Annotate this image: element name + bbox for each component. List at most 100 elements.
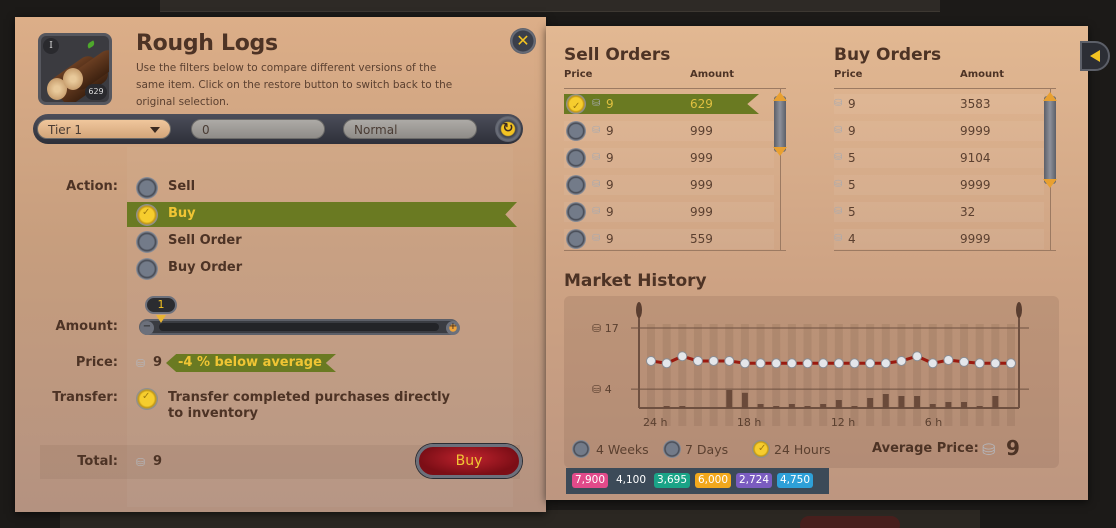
chart-column-stripe: [819, 324, 828, 426]
sell-order-row-radio[interactable]: [566, 175, 586, 195]
price-point: [896, 355, 907, 366]
buy-orders-scrollbar[interactable]: [1043, 92, 1057, 188]
volume-bar: [851, 406, 858, 408]
average-price-value: 9: [1006, 436, 1020, 460]
stat-badge: 2,724: [736, 473, 772, 488]
action-radio-buy[interactable]: [136, 204, 158, 226]
period-radio-7-days[interactable]: [663, 440, 681, 458]
sell-order-row[interactable]: ⛁ 9 999: [564, 148, 774, 168]
buy-order-price: 5: [848, 178, 856, 192]
sell-order-price: 9: [606, 205, 614, 219]
amount-label: Amount:: [55, 319, 118, 334]
amount-value-bubble: 1: [145, 296, 177, 314]
post-finial: [636, 302, 642, 318]
chart-column-stripe: [693, 324, 702, 426]
period-label-7-days[interactable]: 7 Days: [685, 442, 728, 457]
sell-order-row[interactable]: ⛁ 9 999: [564, 202, 774, 222]
sell-order-row[interactable]: ⛁ 9 999: [564, 175, 774, 195]
close-button[interactable]: ✕: [510, 28, 536, 54]
buy-order-price: 5: [848, 151, 856, 165]
stats-overlay-bar: 7,900 4,100 3,695 6,000 2,724 4,750: [566, 468, 829, 494]
price-point: [880, 358, 891, 369]
sell-order-price: 9: [606, 178, 614, 192]
volume-bar: [663, 406, 670, 408]
sell-orders-price-header: Price: [564, 69, 593, 80]
action-option-buy[interactable]: Buy: [168, 206, 196, 221]
sell-orders-scrollbar[interactable]: [773, 92, 787, 156]
buy-order-row[interactable]: ⛁ 5 9999: [834, 175, 1044, 195]
restore-button[interactable]: ↻: [495, 116, 521, 142]
silver-icon: ⛁: [834, 125, 843, 136]
sell-order-row[interactable]: ⛁ 9 999: [564, 121, 774, 141]
volume-bar: [726, 390, 733, 408]
buy-order-row[interactable]: ⛁ 9 3583: [834, 94, 1044, 114]
sell-order-row-radio[interactable]: [566, 94, 586, 114]
action-option-sell[interactable]: Sell: [168, 179, 195, 194]
chart-column-stripe: [662, 324, 671, 426]
buy-order-row[interactable]: ⛁ 9 9999: [834, 121, 1044, 141]
period-radio-24-hours[interactable]: [752, 440, 770, 458]
divider: [564, 88, 786, 89]
buy-order-row[interactable]: ⛁ 5 9104: [834, 148, 1044, 168]
buy-order-price: 4: [848, 232, 856, 246]
action-option-buy-order[interactable]: Buy Order: [168, 260, 242, 275]
chart-column-stripe: [975, 324, 984, 426]
silver-icon: ⛁: [834, 233, 843, 244]
sell-order-amount: 999: [690, 124, 713, 138]
stat-badge: 3,695: [654, 473, 690, 488]
chart-column-stripe: [944, 324, 953, 426]
sell-order-price: 9: [606, 151, 614, 165]
amount-slider[interactable]: − +: [139, 319, 460, 335]
period-radio-4-weeks[interactable]: [572, 440, 590, 458]
buy-button[interactable]: Buy: [416, 444, 522, 478]
buy-order-row[interactable]: ⛁ 5 32: [834, 202, 1044, 222]
chart-column-stripe: [913, 324, 922, 426]
silver-icon: ⛁: [592, 98, 601, 109]
sell-order-row[interactable]: ⛁ 9 629: [564, 94, 759, 114]
sell-order-row-radio[interactable]: [566, 121, 586, 141]
volume-bar: [788, 404, 795, 408]
sell-order-row-radio[interactable]: [566, 202, 586, 222]
silver-icon: ⛁: [834, 206, 843, 217]
collapse-panel-button[interactable]: [1080, 41, 1110, 71]
sell-order-row-radio[interactable]: [566, 229, 586, 249]
increase-amount-button[interactable]: +: [446, 321, 460, 335]
action-radio-buy-order[interactable]: [136, 258, 158, 280]
sell-order-row-radio[interactable]: [566, 148, 586, 168]
quality-filter[interactable]: Normal: [343, 119, 477, 139]
chart-column-stripe: [928, 324, 937, 426]
chart-column-stripe: [772, 324, 781, 426]
buy-order-row[interactable]: ⛁ 4 9999: [834, 229, 1044, 249]
transfer-checkbox[interactable]: [136, 388, 158, 410]
action-option-sell-order[interactable]: Sell Order: [168, 233, 242, 248]
price-point: [833, 358, 844, 369]
sell-order-amount: 559: [690, 232, 713, 246]
enchantment-filter[interactable]: 0: [191, 119, 325, 139]
divider: [834, 88, 1056, 89]
silver-icon: ⛁: [834, 98, 843, 109]
period-label-4-weeks[interactable]: 4 Weeks: [596, 442, 649, 457]
leaf-icon: [86, 40, 96, 49]
x-tick-label: 6 h: [925, 416, 942, 429]
sell-order-row[interactable]: ⛁ 9 559: [564, 229, 774, 249]
price-point: [865, 358, 876, 369]
tier-dropdown[interactable]: Tier 1: [37, 119, 171, 139]
average-price-label: Average Price:: [872, 441, 979, 456]
period-label-24-hours[interactable]: 24 Hours: [774, 442, 831, 457]
amount-slider-handle[interactable]: [156, 315, 166, 323]
buy-order-price: 5: [848, 205, 856, 219]
chart-column-stripe: [647, 324, 655, 426]
price-value: 9: [153, 355, 163, 370]
price-point: [755, 358, 766, 369]
volume-bar: [898, 396, 905, 408]
chart-column-stripe: [881, 324, 890, 426]
silver-icon: ⛁: [834, 152, 843, 163]
silver-icon: ⛁: [834, 179, 843, 190]
action-radio-sell-order[interactable]: [136, 231, 158, 253]
decrease-amount-button[interactable]: −: [140, 321, 154, 335]
x-tick-label: 18 h: [737, 416, 761, 429]
filter-bar: Tier 1 0 Normal ↻: [33, 114, 523, 144]
buy-order-amount: 9999: [960, 232, 991, 246]
tier-badge: I: [43, 38, 59, 54]
action-radio-sell[interactable]: [136, 177, 158, 199]
